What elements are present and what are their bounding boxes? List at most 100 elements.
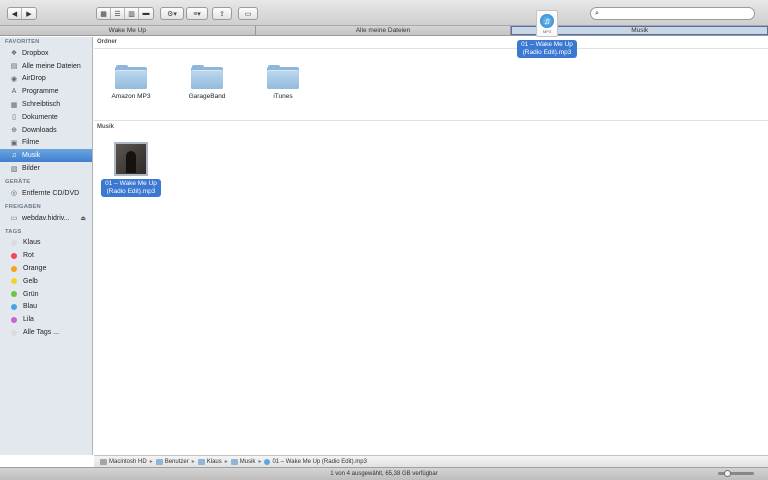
back-button[interactable]: ◀ bbox=[8, 8, 22, 19]
search-field[interactable]: ⌕ bbox=[590, 7, 755, 20]
grid-icon: ▦ bbox=[97, 8, 110, 19]
sidebar-item-dokumente[interactable]: ▯ Dokumente bbox=[0, 111, 92, 124]
forward-button[interactable]: ▶ bbox=[22, 8, 36, 19]
music-icon: ♫ bbox=[11, 152, 17, 160]
sidebar-item-entfernte-cd-dvd[interactable]: ◎ Entfernte CD/DVD bbox=[0, 187, 92, 200]
server-icon: ▭ bbox=[10, 215, 18, 223]
drag-ghost-label-line1: 01 – Wake Me Up bbox=[521, 41, 573, 48]
sidebar: FAVORITEN ❖ Dropbox ▤ Alle meine Dateien… bbox=[0, 37, 93, 455]
sidebar-item-label: webdav.hidriv... bbox=[22, 214, 70, 222]
coverflow-view-button[interactable]: ▬ bbox=[139, 8, 153, 19]
sidebar-item-label: Alle Tags ... bbox=[23, 329, 60, 337]
sidebar-item-label: Downloads bbox=[22, 126, 57, 134]
path-bar: Macintosh HD ▸ Benutzer ▸ Klaus ▸ Musik … bbox=[94, 455, 768, 467]
tag-color-dot bbox=[11, 239, 17, 246]
sidebar-item-programme[interactable]: A Programme bbox=[0, 85, 92, 98]
sidebar-tag-gelb[interactable]: Gelb bbox=[0, 275, 92, 288]
sidebar-item-webdav[interactable]: ▭ webdav.hidriv... ⏏ bbox=[0, 212, 92, 225]
gear-icon: ⚙▾ bbox=[167, 10, 177, 18]
file-extension-label: MP3 bbox=[542, 28, 552, 34]
search-input[interactable] bbox=[601, 10, 742, 17]
tag-icon: ▭ bbox=[244, 10, 252, 18]
folder-icon bbox=[267, 65, 299, 89]
sidebar-item-label: Musik bbox=[22, 152, 41, 160]
path-crumb-file[interactable]: 01 – Wake Me Up (Radio Edit).mp3 bbox=[264, 458, 367, 465]
sidebar-item-label: Klaus bbox=[23, 239, 41, 247]
file-label-line2: (Radio Edit).mp3 bbox=[106, 188, 156, 195]
tag-color-dot bbox=[11, 316, 17, 323]
sidebar-item-label: Programme bbox=[22, 88, 59, 96]
icon-size-slider[interactable] bbox=[718, 470, 754, 477]
sidebar-item-label: Filme bbox=[22, 139, 40, 147]
column-view-button[interactable]: ▥ bbox=[125, 8, 139, 19]
path-crumb-klaus[interactable]: Klaus bbox=[197, 458, 222, 465]
chevron-right-icon: ▶ bbox=[22, 8, 36, 19]
file-wake-me-up-mp3[interactable]: 01 – Wake Me Up (Radio Edit).mp3 bbox=[96, 142, 166, 197]
sidebar-item-bilder[interactable]: ▧ Bilder bbox=[0, 162, 92, 175]
path-crumb-macintosh-hd[interactable]: Macintosh HD bbox=[100, 458, 147, 465]
folder-amazon-mp3[interactable]: Amazon MP3 bbox=[96, 65, 166, 100]
coverflow-icon: ▬ bbox=[139, 8, 153, 19]
sidebar-item-dropbox[interactable]: ❖ Dropbox bbox=[0, 47, 92, 60]
music-note-icon bbox=[264, 458, 271, 465]
sidebar-tag-rot[interactable]: Rot bbox=[0, 249, 92, 262]
all-files-icon: ▤ bbox=[10, 63, 18, 71]
tab-alle-meine-dateien[interactable]: Alle meine Dateien bbox=[255, 26, 512, 35]
toolbar: ◀ ▶ ▦ ☰ ▥ ▬ ⚙▾ ≡▾ ⇪ ▭ ⌕ bbox=[0, 0, 768, 26]
sidebar-tag-alle-tags[interactable]: Alle Tags ... bbox=[0, 326, 92, 339]
sidebar-item-downloads[interactable]: ⊕ Downloads bbox=[0, 124, 92, 137]
sidebar-tag-gruen[interactable]: Grün bbox=[0, 288, 92, 301]
sidebar-header-favoriten: FAVORITEN bbox=[5, 39, 40, 45]
crumb-label: 01 – Wake Me Up (Radio Edit).mp3 bbox=[272, 458, 367, 465]
tag-color-dot bbox=[11, 278, 17, 285]
section-divider bbox=[94, 120, 768, 121]
sidebar-tag-lila[interactable]: Lila bbox=[0, 313, 92, 326]
chevron-left-icon: ◀ bbox=[8, 8, 21, 19]
hard-drive-icon bbox=[100, 458, 107, 465]
airdrop-icon: ◉ bbox=[10, 75, 18, 83]
list-view-button[interactable]: ☰ bbox=[111, 8, 125, 19]
folder-garageband[interactable]: GarageBand bbox=[172, 65, 242, 100]
crumb-label: Klaus bbox=[206, 458, 222, 465]
eject-icon[interactable]: ⏏ bbox=[80, 215, 86, 222]
tags-button[interactable]: ▭ bbox=[238, 7, 258, 20]
pictures-icon: ▧ bbox=[10, 165, 18, 173]
sidebar-item-label: Dokumente bbox=[22, 113, 58, 121]
icon-view-button[interactable]: ▦ bbox=[97, 8, 111, 19]
action-button[interactable]: ⚙▾ bbox=[160, 7, 184, 20]
slider-knob[interactable] bbox=[723, 470, 731, 477]
sidebar-item-filme[interactable]: ▣ Filme bbox=[0, 137, 92, 150]
sidebar-header-freigaben: FREIGABEN bbox=[5, 203, 41, 210]
file-label-line1: 01 – Wake Me Up bbox=[105, 180, 157, 187]
folder-itunes[interactable]: iTunes bbox=[248, 65, 318, 100]
file-label-selected: 01 – Wake Me Up (Radio Edit).mp3 bbox=[101, 179, 161, 197]
sidebar-item-label: AirDrop bbox=[22, 75, 46, 83]
dropbox-icon: ❖ bbox=[10, 50, 18, 58]
arrange-button[interactable]: ≡▾ bbox=[186, 7, 208, 20]
sidebar-tag-klaus[interactable]: Klaus bbox=[0, 237, 92, 250]
back-forward-control: ◀ ▶ bbox=[7, 7, 37, 20]
documents-icon: ▯ bbox=[12, 114, 16, 122]
tab-wake-me-up[interactable]: Wake Me Up bbox=[0, 26, 256, 35]
home-icon bbox=[197, 458, 205, 465]
sidebar-item-label: Grün bbox=[23, 290, 39, 298]
section-header-ordner: Ordner bbox=[97, 39, 118, 45]
share-button[interactable]: ⇪ bbox=[212, 7, 232, 20]
sidebar-item-airdrop[interactable]: ◉ AirDrop bbox=[0, 73, 92, 86]
share-icon: ⇪ bbox=[219, 10, 225, 18]
drag-ghost-label: 01 – Wake Me Up (Radio Edit).mp3 bbox=[517, 40, 577, 58]
sidebar-tag-orange[interactable]: Orange bbox=[0, 262, 92, 275]
sidebar-item-musik[interactable]: ♫ Musik bbox=[0, 149, 92, 163]
sidebar-item-schreibtisch[interactable]: ▦ Schreibtisch bbox=[0, 98, 92, 111]
sidebar-item-label: Schreibtisch bbox=[22, 101, 61, 109]
chevron-right-icon: ▸ bbox=[149, 459, 153, 465]
sidebar-item-alle-meine-dateien[interactable]: ▤ Alle meine Dateien bbox=[0, 60, 92, 73]
sidebar-item-label: Blau bbox=[23, 303, 38, 311]
crumb-label: Benutzer bbox=[164, 458, 189, 465]
file-browser[interactable]: Ordner Amazon MP3 GarageBand iTunes Musi… bbox=[94, 37, 768, 455]
status-bar: 1 von 4 ausgewählt, 65,38 GB verfügbar bbox=[0, 467, 768, 480]
path-crumb-musik[interactable]: Musik bbox=[230, 458, 255, 465]
sidebar-item-label: Alle meine Dateien bbox=[22, 62, 81, 70]
sidebar-tag-blau[interactable]: Blau bbox=[0, 301, 92, 314]
path-crumb-benutzer[interactable]: Benutzer bbox=[155, 458, 189, 465]
